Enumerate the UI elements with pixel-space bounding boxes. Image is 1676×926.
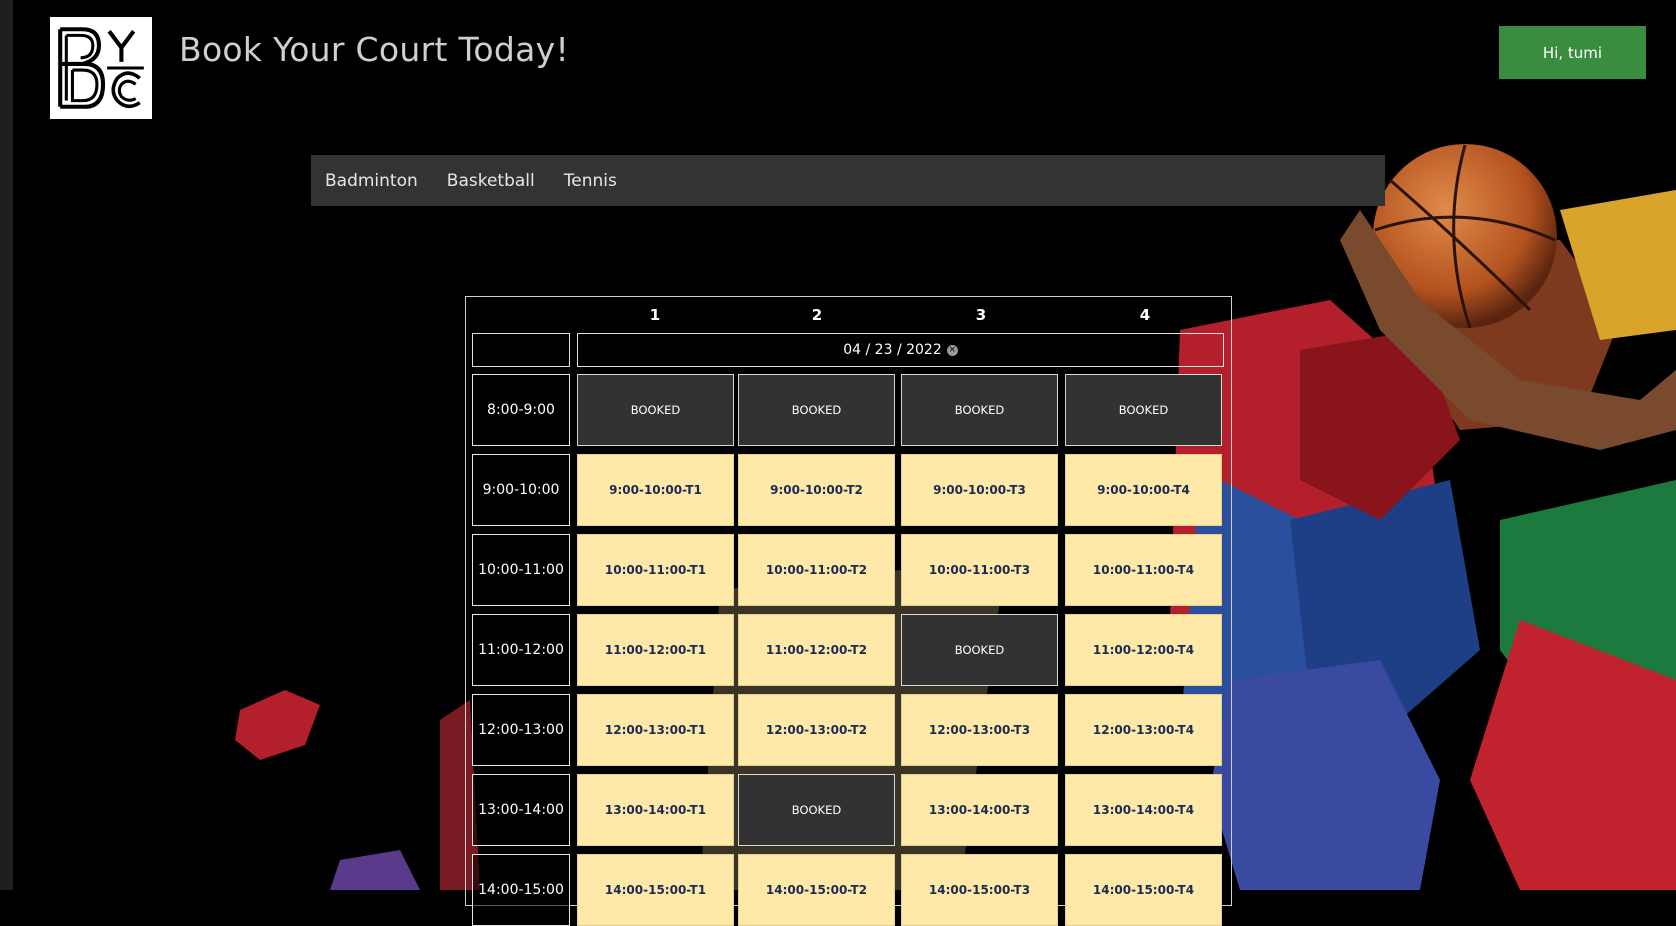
booked-slot: BOOKED (1065, 374, 1222, 446)
sport-nav: Badminton Basketball Tennis (311, 155, 1385, 206)
time-slot-label: 11:00-12:00 (472, 614, 570, 686)
court-column-header: 4 (1139, 306, 1151, 324)
available-slot-button[interactable]: 14:00-15:00-T2 (738, 854, 895, 926)
available-slot-button[interactable]: 12:00-13:00-T4 (1065, 694, 1222, 766)
booked-slot: BOOKED (577, 374, 734, 446)
available-slot-button[interactable]: 12:00-13:00-T3 (901, 694, 1058, 766)
user-menu-button[interactable]: Hi, tumi (1499, 26, 1646, 79)
page-title: Book Your Court Today! (179, 30, 569, 69)
nav-item-badminton[interactable]: Badminton (325, 171, 418, 191)
booked-slot: BOOKED (901, 374, 1058, 446)
time-slot-label: 13:00-14:00 (472, 774, 570, 846)
available-slot-button[interactable]: 10:00-11:00-T3 (901, 534, 1058, 606)
time-slot-label: 10:00-11:00 (472, 534, 570, 606)
site-logo[interactable] (50, 17, 152, 119)
date-value: 04 / 23 / 2022 (843, 342, 942, 358)
available-slot-button[interactable]: 10:00-11:00-T2 (738, 534, 895, 606)
time-slot-label: 12:00-13:00 (472, 694, 570, 766)
available-slot-button[interactable]: 12:00-13:00-T1 (577, 694, 734, 766)
byc-logo-icon (53, 20, 149, 116)
available-slot-button[interactable]: 10:00-11:00-T4 (1065, 534, 1222, 606)
available-slot-button[interactable]: 12:00-13:00-T2 (738, 694, 895, 766)
booked-slot: BOOKED (738, 374, 895, 446)
date-picker-input[interactable]: 04 / 23 / 2022 × (577, 333, 1224, 367)
available-slot-button[interactable]: 9:00-10:00-T4 (1065, 454, 1222, 526)
booked-slot: BOOKED (738, 774, 895, 846)
available-slot-button[interactable]: 11:00-12:00-T1 (577, 614, 734, 686)
left-edge-strip (0, 0, 13, 890)
available-slot-button[interactable]: 11:00-12:00-T4 (1065, 614, 1222, 686)
available-slot-button[interactable]: 9:00-10:00-T3 (901, 454, 1058, 526)
available-slot-button[interactable]: 14:00-15:00-T3 (901, 854, 1058, 926)
available-slot-button[interactable]: 11:00-12:00-T2 (738, 614, 895, 686)
court-column-header: 1 (649, 306, 661, 324)
time-slot-label: 14:00-15:00 (472, 854, 570, 926)
available-slot-button[interactable]: 13:00-14:00-T3 (901, 774, 1058, 846)
court-column-header: 2 (811, 306, 823, 324)
corner-cell (472, 333, 570, 367)
nav-item-tennis[interactable]: Tennis (564, 171, 617, 191)
booked-slot: BOOKED (901, 614, 1058, 686)
available-slot-button[interactable]: 10:00-11:00-T1 (577, 534, 734, 606)
available-slot-button[interactable]: 13:00-14:00-T1 (577, 774, 734, 846)
available-slot-button[interactable]: 13:00-14:00-T4 (1065, 774, 1222, 846)
time-slot-label: 9:00-10:00 (472, 454, 570, 526)
court-column-header: 3 (975, 306, 987, 324)
time-slot-label: 8:00-9:00 (472, 374, 570, 446)
available-slot-button[interactable]: 9:00-10:00-T1 (577, 454, 734, 526)
available-slot-button[interactable]: 9:00-10:00-T2 (738, 454, 895, 526)
nav-item-basketball[interactable]: Basketball (447, 171, 535, 191)
clear-date-icon[interactable]: × (946, 344, 958, 356)
available-slot-button[interactable]: 14:00-15:00-T1 (577, 854, 734, 926)
available-slot-button[interactable]: 14:00-15:00-T4 (1065, 854, 1222, 926)
